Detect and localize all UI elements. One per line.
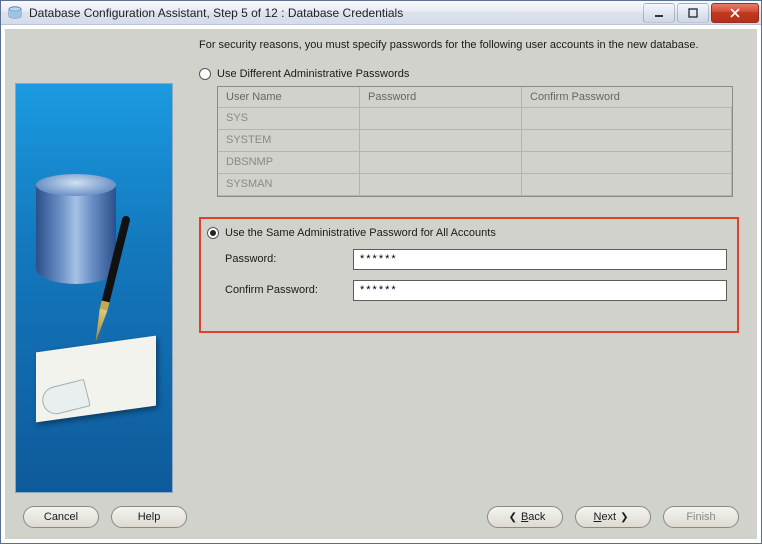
- radio-icon: [207, 227, 219, 239]
- cell-confirm: [522, 152, 732, 174]
- maximize-button[interactable]: [677, 3, 709, 23]
- password-input[interactable]: [353, 249, 727, 270]
- table-row: SYS: [218, 108, 732, 130]
- confirm-password-row: Confirm Password:: [225, 280, 727, 301]
- chevron-right-icon: ❯: [620, 512, 628, 523]
- chevron-left-icon: ❮: [509, 512, 517, 523]
- cell-password: [360, 152, 522, 174]
- back-button[interactable]: ❮ Back: [487, 506, 563, 528]
- password-fields: Password: Confirm Password:: [225, 249, 727, 301]
- minimize-button[interactable]: [643, 3, 675, 23]
- dbca-window: Database Configuration Assistant, Step 5…: [0, 0, 762, 544]
- cell-username: DBSNMP: [218, 152, 360, 174]
- table-row: SYSTEM: [218, 130, 732, 152]
- col-user-header: User Name: [218, 87, 360, 108]
- cell-confirm: [522, 174, 732, 196]
- wizard-sidebar-image: [15, 83, 173, 493]
- close-button[interactable]: [711, 3, 759, 23]
- cancel-button[interactable]: Cancel: [23, 506, 99, 528]
- button-label: Finish: [686, 511, 715, 523]
- content-area: For security reasons, you must specify p…: [5, 29, 757, 495]
- window-controls: [643, 3, 759, 23]
- database-cylinder-icon: [36, 174, 116, 284]
- cell-password: [360, 130, 522, 152]
- option-label: Use Different Administrative Passwords: [217, 68, 409, 80]
- instruction-text: For security reasons, you must specify p…: [199, 37, 741, 54]
- cell-password: [360, 174, 522, 196]
- users-table: User Name Password Confirm Password SYS …: [217, 86, 733, 197]
- radio-icon: [199, 68, 211, 80]
- titlebar: Database Configuration Assistant, Step 5…: [1, 1, 761, 25]
- wizard-button-bar: Cancel Help ❮ Back Next ❯ Finish: [5, 495, 757, 539]
- cell-username: SYSTEM: [218, 130, 360, 152]
- button-label: Next: [593, 511, 616, 523]
- cell-username: SYSMAN: [218, 174, 360, 196]
- confirm-password-input[interactable]: [353, 280, 727, 301]
- table-row: DBSNMP: [218, 152, 732, 174]
- finish-button: Finish: [663, 506, 739, 528]
- col-password-header: Password: [360, 87, 522, 108]
- table-row: SYSMAN: [218, 174, 732, 196]
- option-same-password[interactable]: Use the Same Administrative Password for…: [207, 227, 727, 239]
- window-title: Database Configuration Assistant, Step 5…: [29, 6, 643, 20]
- same-password-section: Use the Same Administrative Password for…: [199, 217, 739, 333]
- button-label: Back: [521, 511, 545, 523]
- cell-password: [360, 108, 522, 130]
- cell-confirm: [522, 130, 732, 152]
- password-label: Password:: [225, 253, 353, 265]
- cell-username: SYS: [218, 108, 360, 130]
- button-label: Help: [138, 511, 161, 523]
- table-header: User Name Password Confirm Password: [218, 87, 732, 108]
- confirm-password-label: Confirm Password:: [225, 284, 353, 296]
- help-button[interactable]: Help: [111, 506, 187, 528]
- client-area: For security reasons, you must specify p…: [1, 25, 761, 543]
- next-button[interactable]: Next ❯: [575, 506, 651, 528]
- option-different-passwords[interactable]: Use Different Administrative Passwords: [199, 68, 741, 80]
- cell-confirm: [522, 108, 732, 130]
- password-row: Password:: [225, 249, 727, 270]
- option-label: Use the Same Administrative Password for…: [225, 227, 496, 239]
- col-confirm-header: Confirm Password: [522, 87, 732, 108]
- main-panel: For security reasons, you must specify p…: [173, 37, 747, 493]
- app-icon: [7, 5, 23, 21]
- button-label: Cancel: [44, 511, 78, 523]
